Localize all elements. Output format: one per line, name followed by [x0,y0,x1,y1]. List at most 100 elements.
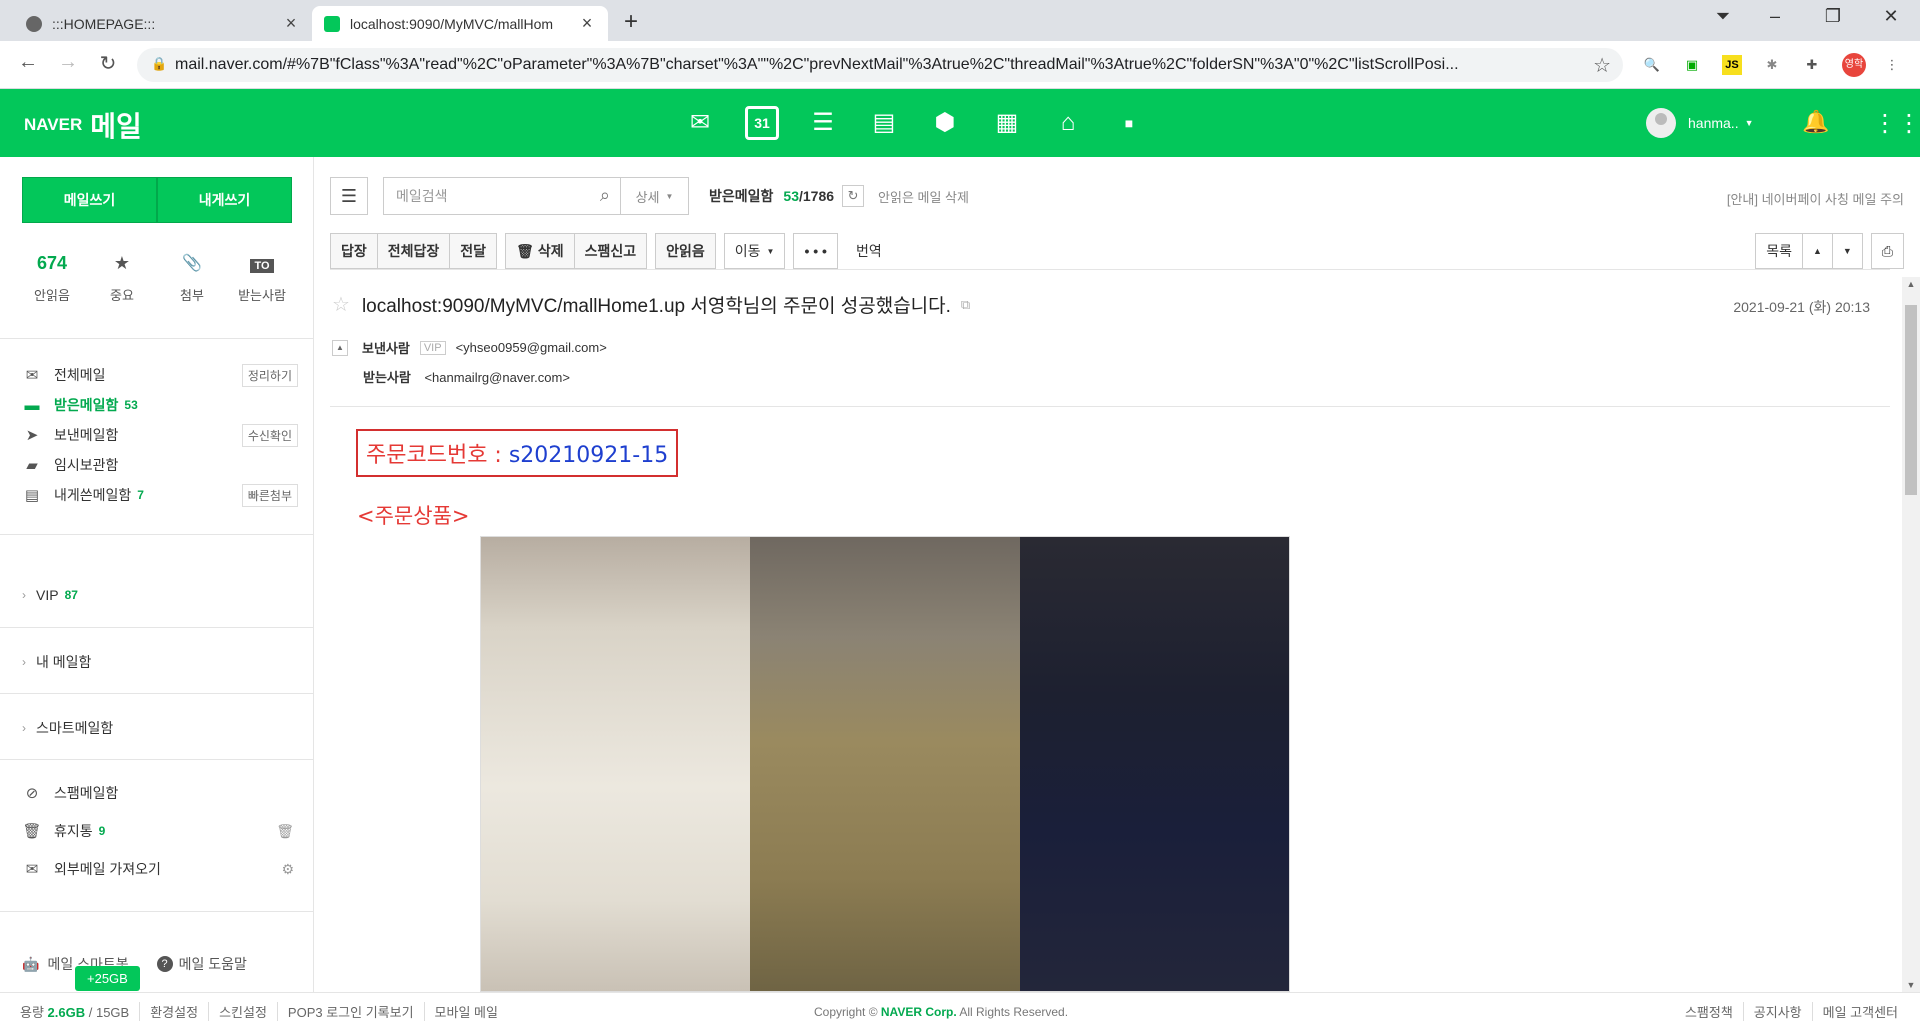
profile-avatar[interactable]: 영학 [1842,53,1866,77]
browser-menu-icon[interactable]: ⋮ [1882,55,1902,75]
lock-icon[interactable]: 🔒 [151,56,167,72]
mark-unread-button[interactable]: 안읽음 [655,233,716,269]
close-tab-icon[interactable]: × [578,13,596,34]
gear-icon[interactable]: ⚙ [281,861,294,878]
restore-icon[interactable]: ❐ [1810,6,1856,27]
extension-js-icon[interactable]: JS [1722,55,1742,75]
unread-count: 53 [783,188,799,204]
list-button[interactable]: 목록 [1755,233,1803,269]
delete-button[interactable]: 🗑 삭제 [505,233,575,269]
reload-icon[interactable]: ↻ [94,51,122,76]
mailbox-external[interactable]: ✉ 외부메일 가져오기 ⚙ [22,857,298,881]
footer-link-spam-policy[interactable]: 스팸정책 [1675,1002,1733,1021]
footer-link-mobile[interactable]: 모바일 메일 [423,1002,498,1021]
organize-button[interactable]: 정리하기 [241,363,298,387]
browser-tab-homepage[interactable]: :::HOMEPAGE::: × [14,6,312,41]
extensions-puzzle-icon[interactable]: ✚ [1802,55,1822,75]
write-mail-button[interactable]: 메일쓰기 [22,177,157,223]
scroll-up-icon[interactable]: ▲ [1902,279,1920,289]
mailbox-spam[interactable]: ⊘ 스팸메일함 [22,781,298,805]
open-new-window-icon[interactable]: ⧉ [961,297,970,313]
mailbox-sent[interactable]: ➤ 보낸메일함 수신확인 [22,423,298,447]
star-icon[interactable]: ☆ [332,292,350,317]
footer-link-skin[interactable]: 스킨설정 [208,1002,267,1021]
divider [330,406,1890,407]
prev-mail-arrow-up-icon[interactable]: ▲ [1802,233,1833,269]
read-receipt-button[interactable]: 수신확인 [241,423,298,447]
forward-icon[interactable]: → [54,51,82,74]
extension-bug-icon[interactable]: ✱ [1762,55,1782,75]
spam-report-button[interactable]: 스팸신고 [574,233,648,269]
extension-search-icon[interactable]: 🔍 [1642,55,1662,75]
empty-trash-icon[interactable]: 🗑 [276,823,294,840]
next-mail-arrow-down-icon[interactable]: ▼ [1832,233,1863,269]
help-link[interactable]: 메일 도움말 [179,954,247,974]
mailbox-drafts[interactable]: ▰ 임시보관함 [22,453,298,477]
avatar [1646,108,1676,138]
bell-icon[interactable]: 🔔 [1802,109,1829,135]
move-button[interactable]: 이동 ▼ [723,233,786,269]
search-icon[interactable]: ⌕ [600,185,610,206]
group-vip[interactable]: › VIP 87 [22,587,78,603]
scroll-thumb[interactable] [1905,305,1917,495]
mybox-app-icon[interactable]: ⬢ [928,106,962,140]
new-tab-icon[interactable]: + [624,8,638,36]
extension-screen-icon[interactable]: ▣ [1682,55,1702,75]
detail-search-button[interactable]: 상세 ▼ [621,177,689,215]
scrollbar[interactable]: ▲ ▼ [1902,277,1920,992]
recipient-address[interactable]: <hanmailrg@naver.com> [424,370,569,385]
footer-link-notices[interactable]: 공지사항 [1742,1002,1802,1021]
forward-button[interactable]: 전달 [450,233,498,269]
hamburger-menu-icon[interactable]: ☰ [330,177,368,215]
scroll-down-icon[interactable]: ▼ [1902,980,1920,990]
mail-app-icon[interactable]: ✉ [683,106,717,140]
close-window-icon[interactable]: ✕ [1868,6,1914,27]
write-to-me-button[interactable]: 내게쓰기 [157,177,292,223]
reply-button[interactable]: 답장 [330,233,378,269]
quick-important[interactable]: ★ 중요 [92,253,152,304]
mailbox-trash[interactable]: 🗑 휴지통 9 🗑 [22,819,298,843]
quick-attachment[interactable]: 📎 첨부 [162,253,222,304]
more-apps-icon[interactable]: ■ [1112,106,1146,140]
quick-recipient[interactable]: TO 받는사람 [232,253,292,304]
bookmark-star-icon[interactable]: ☆ [1593,53,1611,78]
url-field[interactable]: 🔒 mail.naver.com/#%7B"fClass"%3A"read"%2… [137,48,1623,82]
collapse-icon[interactable]: ▲ [332,339,348,356]
mailbox-self[interactable]: ▤ 내게쓴메일함 7 빠른첨부 [22,483,298,507]
folder-counts: 53/1786 [783,188,834,204]
mail-read-view: ☰ 메일검색 ⌕ 상세 ▼ 받은메일함 53/1786 ↻ 안읽은 메일 삭제 … [315,157,1920,992]
search-input[interactable]: 메일검색 ⌕ [383,177,621,215]
notice-link[interactable]: [안내] 네이버페이 사칭 메일 주의 [1727,189,1904,208]
mailbox-inbox[interactable]: ▬ 받은메일함 53 [22,393,298,417]
group-smart-mailbox[interactable]: › 스마트메일함 [22,718,113,738]
tab-search-icon[interactable]: ⏷ [1700,6,1746,27]
delete-unread-link[interactable]: 안읽은 메일 삭제 [878,187,969,206]
quick-unread[interactable]: 674 안읽음 [22,253,82,304]
print-icon[interactable]: ⎙ [1870,233,1904,269]
more-button[interactable]: • • • [793,233,838,269]
minimize-icon[interactable]: – [1752,6,1798,27]
group-my-mailbox[interactable]: › 내 메일함 [22,652,91,672]
office-app-icon[interactable]: ⌂ [1051,106,1085,140]
mailbox-all[interactable]: ✉ 전체메일 정리하기 [22,363,298,387]
memo-app-icon[interactable]: ▦ [990,106,1024,140]
footer-link-settings[interactable]: 환경설정 [139,1002,198,1021]
copyright-corp[interactable]: NAVER Corp. [881,1005,957,1019]
naver-mail-logo[interactable]: NAVER 메일 [24,105,142,145]
contacts-app-icon[interactable]: ▤ [867,106,901,140]
footer-link-pop3[interactable]: POP3 로그인 기록보기 [276,1002,414,1021]
translate-button[interactable]: 번역 [856,233,882,269]
vip-badge[interactable]: VIP [419,340,446,355]
user-menu[interactable]: hanma.. ▼ [1646,108,1754,138]
refresh-icon[interactable]: ↻ [842,185,865,207]
footer-link-support[interactable]: 메일 고객센터 [1811,1002,1898,1021]
quick-attach-button[interactable]: 빠른첨부 [241,483,298,507]
back-icon[interactable]: ← [14,51,42,74]
browser-tab-mail[interactable]: localhost:9090/MyMVC/mallHom × [312,6,608,41]
reply-all-button[interactable]: 전체답장 [377,233,451,269]
apps-grid-icon[interactable]: ⋮⋮⋮ [1873,109,1920,138]
sender-address[interactable]: <yhseo0959@gmail.com> [456,340,607,355]
list-app-icon[interactable]: ☰ [806,106,840,140]
calendar-app-icon[interactable]: 31 [745,106,779,140]
close-tab-icon[interactable]: × [282,13,300,34]
